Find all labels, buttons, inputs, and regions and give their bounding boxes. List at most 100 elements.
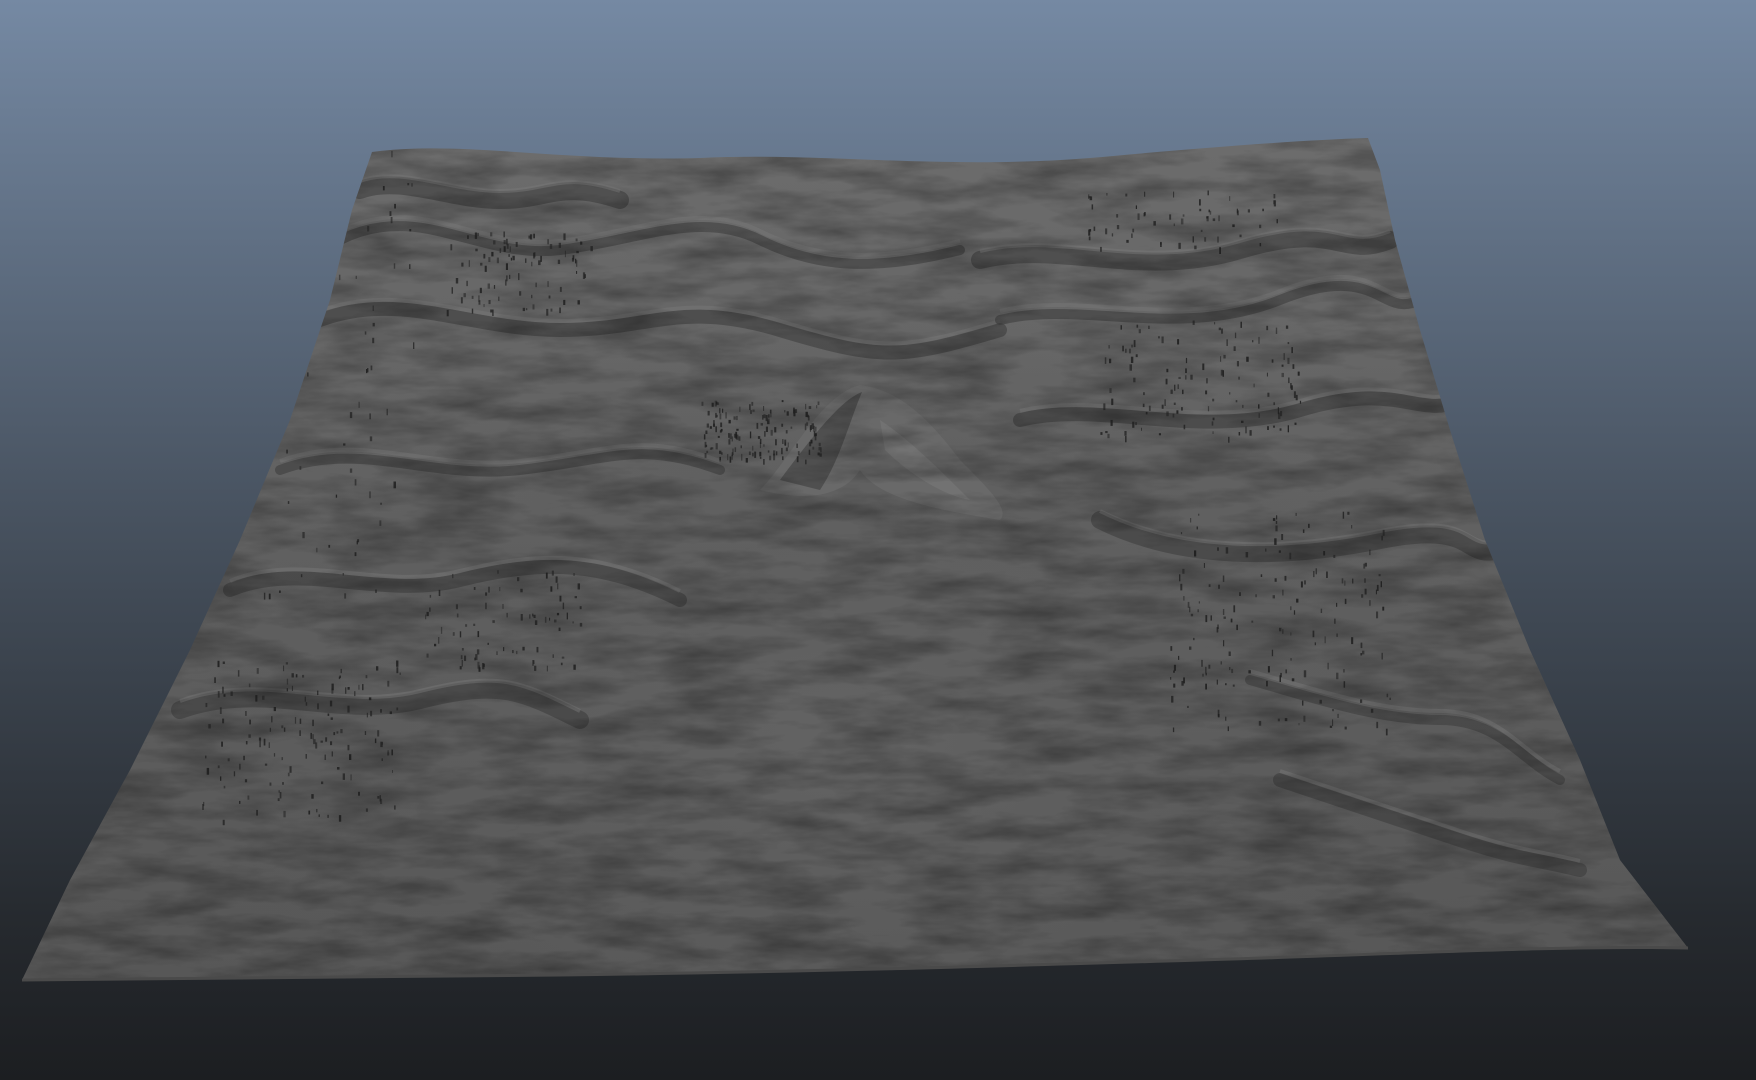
vegetation-speck [346, 205, 349, 213]
vegetation-speck [287, 501, 290, 504]
vegetation-speck [518, 273, 520, 281]
vegetation-speck [471, 308, 474, 314]
vegetation-speck [230, 691, 233, 696]
vegetation-speck [1266, 372, 1268, 377]
vegetation-speck [335, 75, 336, 82]
vegetation-speck [291, 82, 292, 86]
vegetation-speck [258, 737, 262, 741]
vegetation-speck [1170, 646, 1173, 651]
vegetation-speck [370, 710, 373, 717]
vegetation-speck [577, 583, 580, 590]
vegetation-speck [262, 293, 264, 299]
vegetation-speck [484, 265, 487, 272]
vegetation-speck [715, 443, 718, 450]
vegetation-speck [1196, 526, 1198, 530]
vegetation-speck [331, 751, 333, 757]
vegetation-speck [1290, 385, 1293, 390]
vegetation-speck [534, 620, 538, 625]
vegetation-speck [268, 593, 271, 600]
vegetation-speck [1190, 518, 1192, 523]
vegetation-speck [531, 294, 533, 299]
vegetation-speck [558, 627, 561, 631]
vegetation-speck [291, 186, 293, 193]
vegetation-speck [736, 434, 739, 440]
vegetation-speck [204, 390, 207, 395]
vegetation-speck [1190, 374, 1193, 380]
vegetation-speck [728, 439, 731, 445]
terrain-mesh[interactable] [0, 0, 1756, 1080]
vegetation-speck [1232, 684, 1235, 687]
vegetation-speck [535, 282, 537, 288]
vegetation-speck [1198, 601, 1200, 604]
vegetation-speck [1378, 574, 1381, 577]
vegetation-speck [572, 621, 574, 624]
vegetation-speck [1369, 549, 1371, 556]
vegetation-speck [233, 196, 235, 202]
vegetation-speck [1223, 616, 1226, 619]
vegetation-speck [492, 309, 494, 316]
vegetation-speck [571, 257, 574, 262]
vegetation-speck [1199, 208, 1202, 212]
vegetation-speck [195, 306, 197, 314]
vegetation-speck [1304, 580, 1306, 585]
vegetation-speck [1284, 718, 1288, 722]
vegetation-speck [790, 426, 793, 429]
vegetation-speck [197, 14, 199, 18]
vegetation-speck [343, 443, 346, 446]
vegetation-speck [705, 430, 708, 434]
3d-viewport[interactable] [0, 0, 1756, 1080]
vegetation-speck [222, 718, 225, 724]
vegetation-speck [278, 790, 280, 793]
vegetation-speck [1236, 361, 1239, 367]
vegetation-speck [1386, 693, 1389, 698]
vegetation-speck [387, 752, 390, 756]
vegetation-speck [733, 416, 736, 420]
vegetation-speck [522, 307, 525, 312]
vegetation-speck [341, 74, 343, 81]
vegetation-speck [358, 401, 360, 408]
vegetation-speck [392, 770, 393, 773]
vegetation-speck [532, 613, 534, 617]
vegetation-speck [1323, 551, 1326, 556]
vegetation-speck [477, 232, 479, 236]
vegetation-speck [797, 451, 800, 456]
vegetation-speck [287, 772, 290, 777]
vegetation-speck [413, 342, 415, 349]
vegetation-speck [450, 244, 453, 251]
vegetation-speck [291, 685, 293, 691]
vegetation-speck [1103, 403, 1106, 411]
vegetation-speck [1251, 620, 1254, 623]
vegetation-speck [1302, 529, 1305, 533]
vegetation-speck [1238, 376, 1240, 380]
vegetation-speck [805, 403, 807, 410]
vegetation-speck [1352, 578, 1354, 584]
vegetation-speck [312, 719, 314, 727]
vegetation-speck [574, 596, 577, 599]
vegetation-speck [1314, 642, 1316, 646]
vegetation-speck [575, 238, 578, 242]
vegetation-speck [1088, 236, 1091, 241]
vegetation-speck [191, 581, 194, 588]
vegetation-speck [1173, 223, 1175, 227]
vegetation-speck [547, 239, 549, 245]
vegetation-speck [582, 272, 586, 279]
vegetation-speck [249, 719, 251, 725]
vegetation-speck [1229, 392, 1231, 395]
vegetation-speck [1370, 708, 1374, 713]
vegetation-speck [268, 742, 270, 748]
vegetation-speck [342, 573, 344, 576]
vegetation-speck [1172, 413, 1175, 418]
vegetation-speck [473, 623, 476, 626]
vegetation-speck [720, 428, 723, 432]
vegetation-speck [547, 281, 549, 287]
vegetation-speck [1206, 216, 1209, 219]
vegetation-speck [1129, 364, 1132, 371]
vegetation-speck [785, 447, 788, 452]
vegetation-speck [316, 809, 318, 813]
vegetation-speck [1180, 218, 1184, 225]
vegetation-speck [509, 274, 511, 279]
vegetation-speck [1138, 329, 1141, 334]
vegetation-speck [781, 400, 784, 403]
vegetation-speck [1333, 554, 1336, 558]
vegetation-speck [471, 295, 474, 299]
